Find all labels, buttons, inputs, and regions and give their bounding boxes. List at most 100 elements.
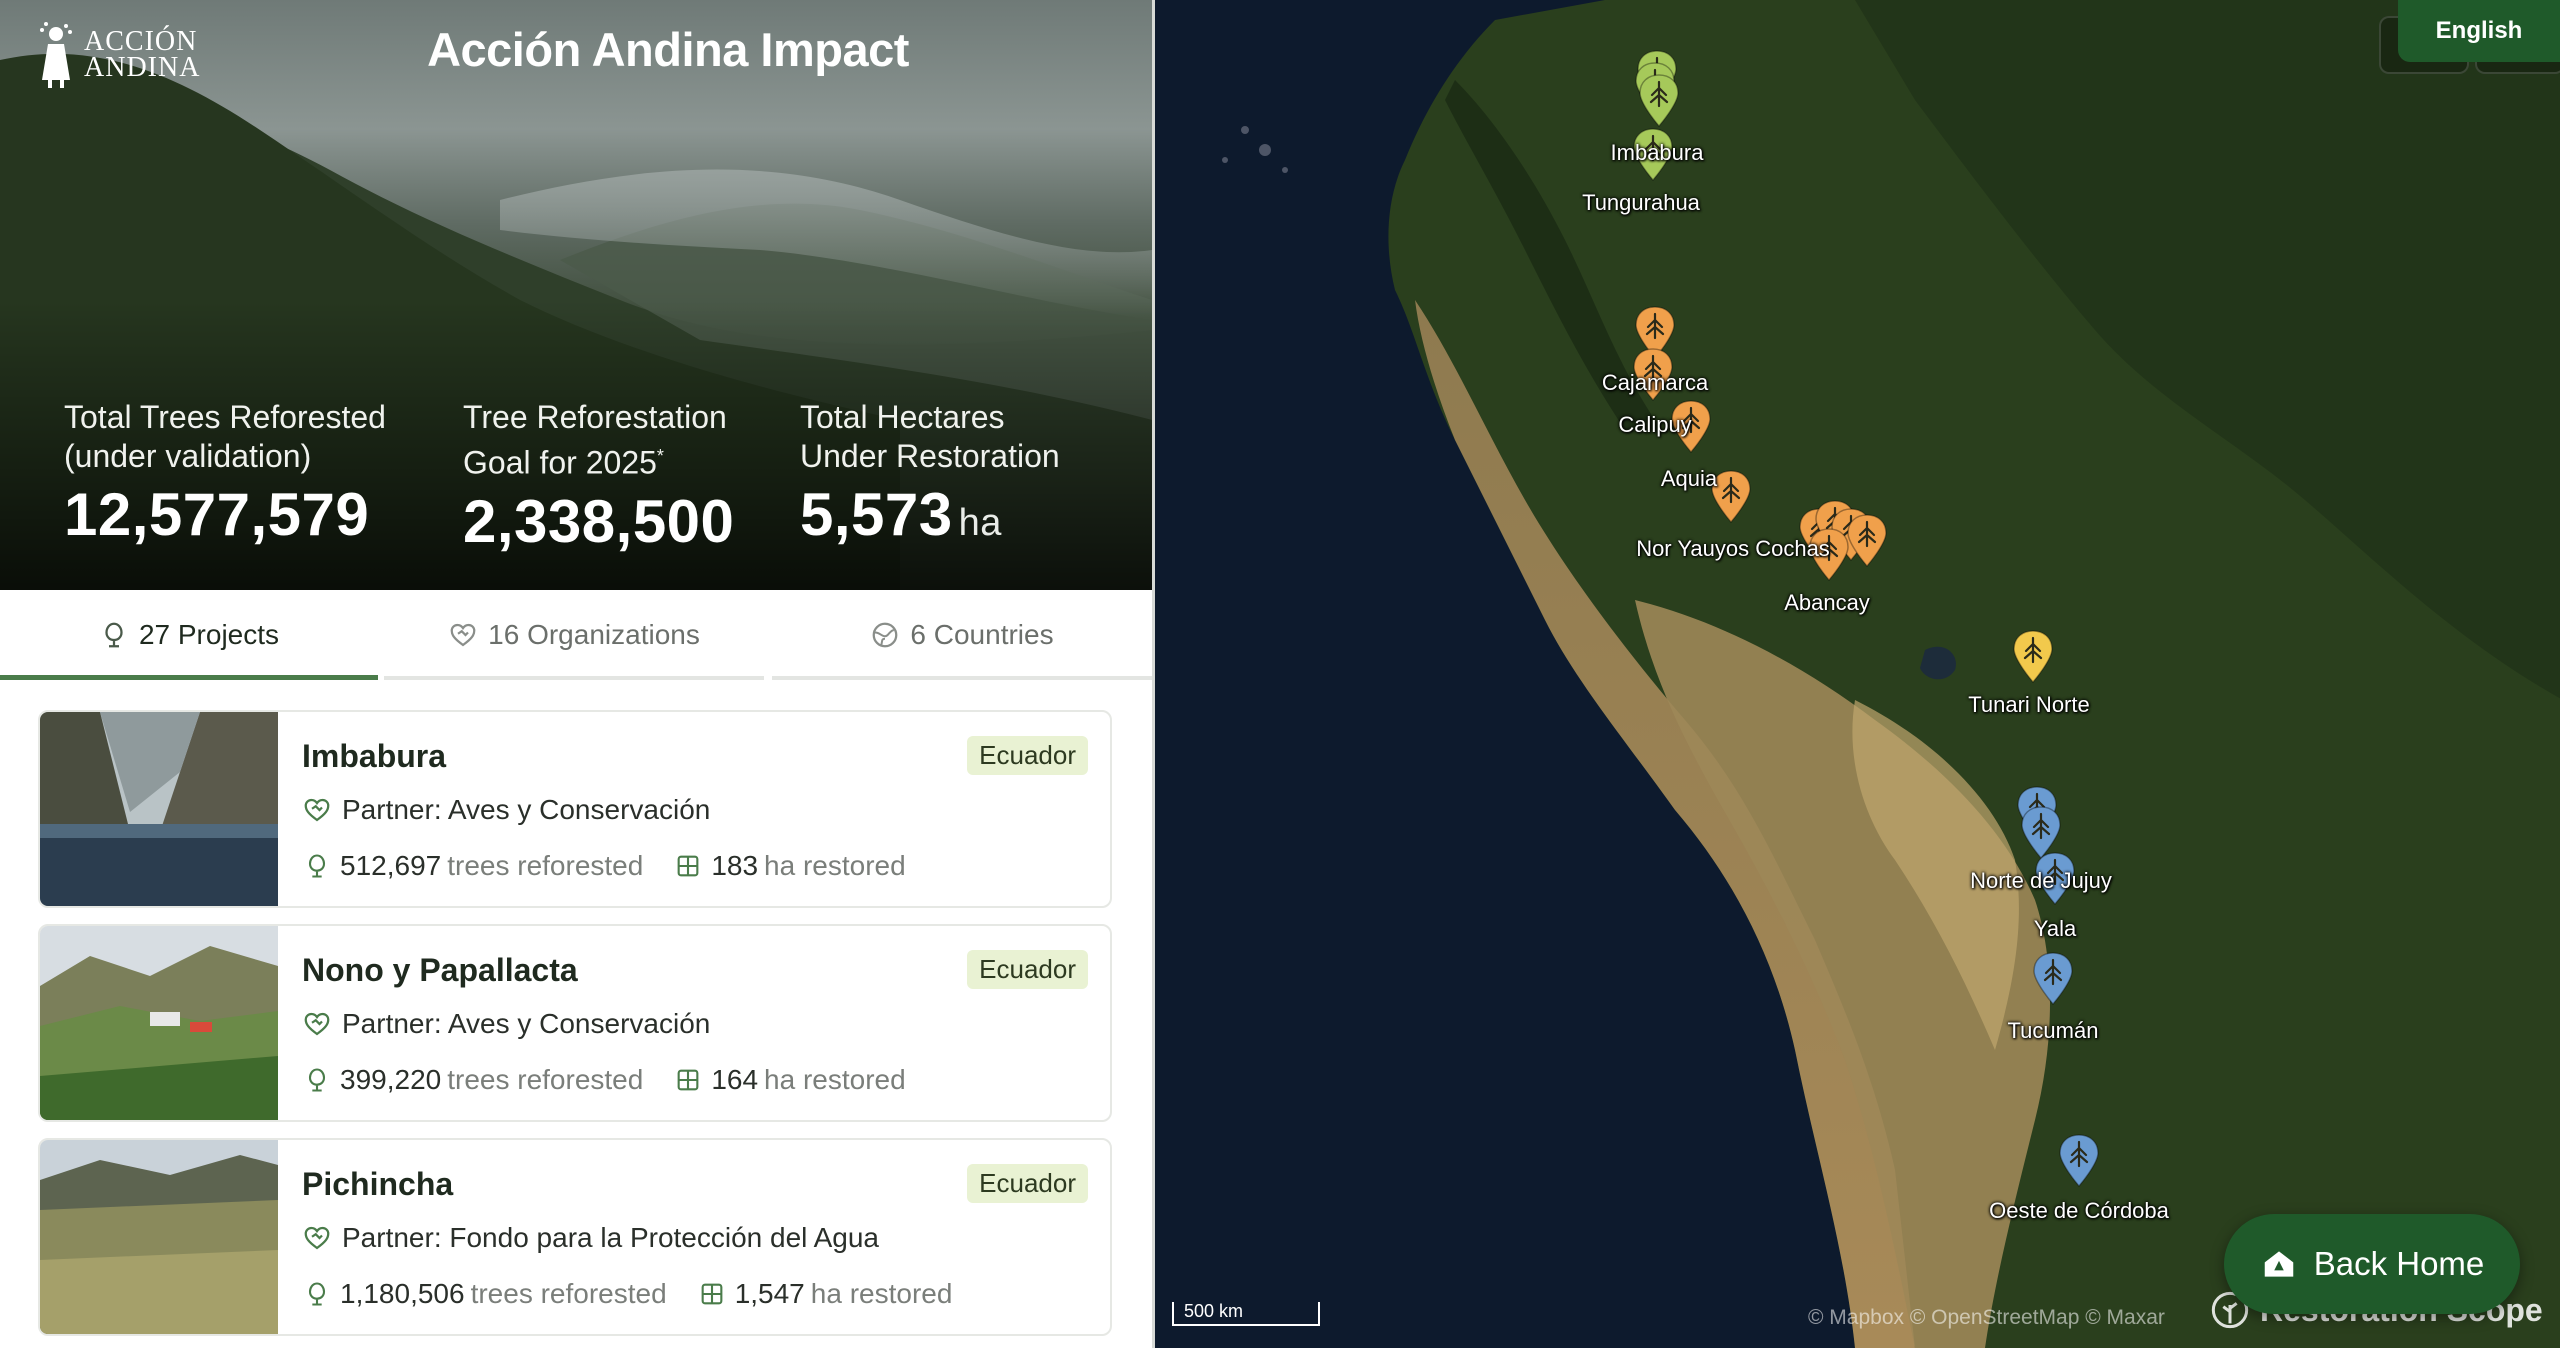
stat-total-trees: Total Trees Reforested (under validation…: [64, 398, 386, 549]
tree-pin-icon: [1639, 74, 1679, 128]
trees-count: 399,220: [340, 1064, 442, 1095]
project-photo: [40, 1140, 278, 1334]
map-label-calipuy: Calipuy: [1618, 412, 1692, 437]
area-grid-icon: [677, 855, 699, 877]
tree-icon: [105, 622, 123, 648]
tree-icon: [308, 1282, 326, 1306]
tree-pin-icon: [2033, 952, 2073, 1006]
tree-pin-icon: [2013, 630, 2053, 684]
tab-underline: [384, 676, 764, 680]
map-label-tucuman: Tucumán: [2007, 1018, 2099, 1043]
satellite-basemap: [1155, 0, 2560, 1348]
map-label-tungurahua: Tungurahua: [1582, 190, 1700, 215]
trees-count: 1,180,506: [340, 1278, 465, 1309]
back-home-button[interactable]: Back Home: [2224, 1214, 2520, 1314]
project-panel: ACCIÓN ANDINA Acción Andina Impact Total…: [0, 0, 1152, 1348]
project-card[interactable]: Nono y Papallacta Ecuador Partner: Aves …: [38, 924, 1112, 1122]
partner-text: Partner: Aves y Conservación: [342, 1008, 711, 1039]
page-title: Acción Andina Impact: [427, 23, 909, 76]
stat-label-line1: Tree Reforestation: [463, 399, 727, 435]
project-name: Pichincha: [302, 1166, 454, 1202]
project-card[interactable]: Pichincha Ecuador Partner: Fondo para la…: [38, 1138, 1112, 1336]
tree-icon: [308, 1068, 326, 1092]
map-attribution[interactable]: © Mapbox © OpenStreetMap © Maxar: [1808, 1306, 2165, 1330]
partner-text: Partner: Aves y Conservación: [342, 794, 711, 825]
project-name: Nono y Papallacta: [302, 952, 578, 988]
area-grid-icon: [677, 1069, 699, 1091]
project-map-marker[interactable]: [1636, 72, 1682, 128]
trees-label: trees reforested: [447, 850, 644, 881]
project-map-marker[interactable]: [2030, 950, 2076, 1006]
stat-label-line1: Total Hectares: [800, 399, 1005, 435]
map-label-cajamarca: Cajamarca: [1601, 370, 1709, 395]
stat-value: 5,573 ha: [800, 480, 1060, 549]
tab-countries[interactable]: 6 Countries: [772, 590, 1152, 680]
map-canvas[interactable]: English Imbabura Tungurahua Cajamarca Ca…: [1152, 0, 2560, 1348]
stat-number: 5,573: [800, 481, 953, 548]
project-name: Imbabura: [302, 738, 447, 774]
hectares-count: 164: [711, 1064, 759, 1095]
tab-label: 6 Countries: [910, 619, 1054, 650]
stat-label-line2: Goal for 2025: [463, 444, 657, 481]
map-label-oeste-de-cordoba: Oeste de Córdoba: [1989, 1198, 2169, 1223]
stat-label-line2: (under validation): [64, 438, 312, 474]
partner-text: Partner: Fondo para la Protección del Ag…: [342, 1222, 880, 1253]
stat-unit: ha: [958, 502, 1002, 544]
tab-label: 16 Organizations: [488, 619, 700, 650]
map-label-aquia: Aquia: [1660, 466, 1718, 491]
stat-value: 12,577,579: [64, 481, 370, 548]
tab-label: 27 Projects: [138, 619, 280, 650]
hectares-label: ha restored: [810, 1278, 953, 1309]
map-label-yala: Yala: [2033, 916, 2077, 941]
heart-handshake-icon: [304, 1012, 330, 1036]
map-label-nor-yauyos-cochas: Nor Yauyos Cochas: [1636, 536, 1830, 561]
back-home-label: Back Home: [2313, 1245, 2485, 1282]
project-metrics: 1,180,506 trees reforested 1,547 ha rest…: [302, 1278, 952, 1310]
project-metrics: 399,220 trees reforested 164 ha restored: [302, 1064, 906, 1096]
hero-banner: ACCIÓN ANDINA Acción Andina Impact Total…: [0, 0, 1152, 590]
trees-label: trees reforested: [470, 1278, 667, 1309]
tree-icon: [308, 854, 326, 878]
country-badge: Ecuador: [967, 950, 1088, 989]
country-badge: Ecuador: [967, 736, 1088, 775]
tab-bar: 27 Projects 16 Organizations 6 Countries: [0, 590, 1152, 680]
project-metrics: 512,697 trees reforested 183 ha restored: [302, 850, 906, 882]
project-photo: [40, 712, 278, 906]
stat-label: Total Trees Reforested (under validation…: [64, 398, 386, 476]
map-label-imbabura: Imbabura: [1610, 140, 1704, 165]
hectares-count: 1,547: [734, 1278, 805, 1309]
stat-label-line2: Under Restoration: [800, 438, 1060, 474]
stat-label: Tree Reforestation Goal for 2025*: [463, 398, 734, 483]
project-map-marker[interactable]: [2056, 1132, 2102, 1188]
stat-value: 2,338,500: [463, 487, 735, 555]
project-partner: Partner: Aves y Conservación: [302, 794, 710, 826]
stat-reforestation-goal: Tree Reforestation Goal for 2025* 2,338,…: [463, 398, 734, 556]
globe-icon: [873, 622, 898, 648]
language-button[interactable]: English: [2398, 0, 2560, 62]
project-card[interactable]: Imbabura Ecuador Partner: Aves y Conserv…: [38, 710, 1112, 908]
tab-underline: [772, 676, 1152, 680]
footnote-marker: *: [656, 446, 664, 466]
trees-count: 512,697: [340, 850, 442, 881]
tab-organizations[interactable]: 16 Organizations: [384, 590, 764, 680]
heart-handshake-icon: [304, 1226, 330, 1250]
area-grid-icon: [701, 1283, 723, 1305]
hectares-label: ha restored: [764, 850, 906, 881]
map-label-norte-de-jujuy: Norte de Jujuy: [1970, 868, 2112, 893]
tab-projects[interactable]: 27 Projects: [0, 590, 378, 680]
hectares-label: ha restored: [764, 1064, 906, 1095]
stat-label: Total Hectares Under Restoration: [800, 398, 1060, 476]
project-partner: Partner: Fondo para la Protección del Ag…: [302, 1222, 879, 1254]
project-map-marker[interactable]: [2010, 628, 2056, 684]
project-photo: [40, 926, 278, 1120]
map-scale-bar: 500 km: [1172, 1302, 1320, 1326]
country-badge: Ecuador: [967, 1164, 1088, 1203]
hectares-count: 183: [711, 850, 759, 881]
heart-handshake-icon: [304, 798, 330, 822]
home-icon: [2264, 1251, 2293, 1277]
map-label-tunari-norte: Tunari Norte: [1968, 692, 2090, 717]
heart-handshake-icon: [450, 623, 476, 647]
tree-pin-icon: [2059, 1134, 2099, 1188]
tab-underline: [0, 675, 378, 680]
stat-total-hectares: Total Hectares Under Restoration 5,573 ha: [800, 398, 1060, 549]
